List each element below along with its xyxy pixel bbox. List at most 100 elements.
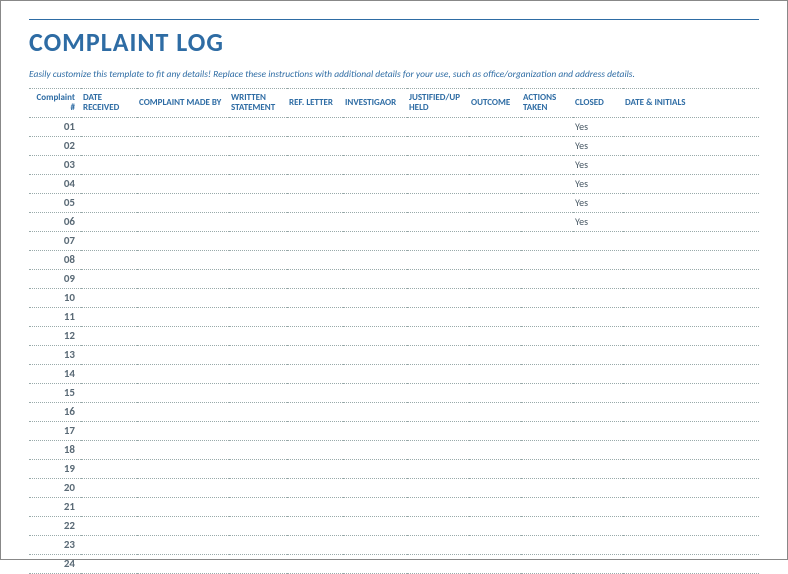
cell-actions-taken[interactable] — [521, 307, 573, 326]
cell-date-received[interactable] — [81, 345, 137, 364]
cell-justified-upheld[interactable] — [407, 326, 469, 345]
cell-complaint-made-by[interactable] — [137, 212, 229, 231]
cell-complaint-num[interactable]: 22 — [29, 516, 81, 535]
cell-date-initials[interactable] — [623, 212, 759, 231]
cell-date-received[interactable] — [81, 497, 137, 516]
cell-ref-letter[interactable] — [287, 478, 343, 497]
cell-actions-taken[interactable] — [521, 212, 573, 231]
cell-written-statement[interactable] — [229, 345, 287, 364]
cell-written-statement[interactable] — [229, 231, 287, 250]
cell-date-received[interactable] — [81, 136, 137, 155]
cell-date-received[interactable] — [81, 155, 137, 174]
cell-written-statement[interactable] — [229, 212, 287, 231]
cell-complaint-made-by[interactable] — [137, 421, 229, 440]
cell-investigator[interactable] — [343, 478, 407, 497]
cell-complaint-made-by[interactable] — [137, 402, 229, 421]
cell-complaint-num[interactable]: 13 — [29, 345, 81, 364]
cell-ref-letter[interactable] — [287, 535, 343, 554]
cell-date-initials[interactable] — [623, 136, 759, 155]
cell-written-statement[interactable] — [229, 383, 287, 402]
cell-actions-taken[interactable] — [521, 155, 573, 174]
cell-complaint-made-by[interactable] — [137, 364, 229, 383]
cell-outcome[interactable] — [469, 155, 521, 174]
cell-written-statement[interactable] — [229, 440, 287, 459]
cell-closed[interactable]: Yes — [573, 212, 623, 231]
cell-justified-upheld[interactable] — [407, 117, 469, 136]
cell-justified-upheld[interactable] — [407, 155, 469, 174]
cell-outcome[interactable] — [469, 497, 521, 516]
cell-justified-upheld[interactable] — [407, 250, 469, 269]
cell-complaint-num[interactable]: 05 — [29, 193, 81, 212]
cell-outcome[interactable] — [469, 554, 521, 573]
cell-investigator[interactable] — [343, 383, 407, 402]
cell-investigator[interactable] — [343, 155, 407, 174]
cell-closed[interactable] — [573, 364, 623, 383]
cell-justified-upheld[interactable] — [407, 174, 469, 193]
cell-outcome[interactable] — [469, 326, 521, 345]
cell-ref-letter[interactable] — [287, 554, 343, 573]
cell-written-statement[interactable] — [229, 117, 287, 136]
cell-date-initials[interactable] — [623, 383, 759, 402]
cell-complaint-made-by[interactable] — [137, 307, 229, 326]
cell-complaint-num[interactable]: 02 — [29, 136, 81, 155]
cell-complaint-made-by[interactable] — [137, 459, 229, 478]
cell-written-statement[interactable] — [229, 193, 287, 212]
cell-ref-letter[interactable] — [287, 212, 343, 231]
cell-written-statement[interactable] — [229, 364, 287, 383]
cell-date-initials[interactable] — [623, 174, 759, 193]
cell-investigator[interactable] — [343, 535, 407, 554]
cell-closed[interactable] — [573, 250, 623, 269]
cell-complaint-made-by[interactable] — [137, 288, 229, 307]
cell-complaint-num[interactable]: 14 — [29, 364, 81, 383]
cell-outcome[interactable] — [469, 307, 521, 326]
cell-written-statement[interactable] — [229, 497, 287, 516]
cell-date-received[interactable] — [81, 326, 137, 345]
cell-closed[interactable]: Yes — [573, 155, 623, 174]
cell-date-initials[interactable] — [623, 193, 759, 212]
cell-complaint-num[interactable]: 06 — [29, 212, 81, 231]
cell-investigator[interactable] — [343, 497, 407, 516]
cell-written-statement[interactable] — [229, 174, 287, 193]
cell-actions-taken[interactable] — [521, 345, 573, 364]
cell-closed[interactable] — [573, 421, 623, 440]
cell-investigator[interactable] — [343, 231, 407, 250]
cell-complaint-made-by[interactable] — [137, 250, 229, 269]
cell-investigator[interactable] — [343, 554, 407, 573]
cell-ref-letter[interactable] — [287, 250, 343, 269]
cell-complaint-made-by[interactable] — [137, 345, 229, 364]
cell-outcome[interactable] — [469, 250, 521, 269]
cell-closed[interactable] — [573, 535, 623, 554]
cell-closed[interactable] — [573, 231, 623, 250]
cell-actions-taken[interactable] — [521, 117, 573, 136]
cell-written-statement[interactable] — [229, 250, 287, 269]
cell-ref-letter[interactable] — [287, 136, 343, 155]
cell-ref-letter[interactable] — [287, 307, 343, 326]
cell-written-statement[interactable] — [229, 535, 287, 554]
cell-outcome[interactable] — [469, 345, 521, 364]
cell-closed[interactable] — [573, 345, 623, 364]
cell-investigator[interactable] — [343, 212, 407, 231]
cell-date-received[interactable] — [81, 307, 137, 326]
cell-date-initials[interactable] — [623, 459, 759, 478]
cell-outcome[interactable] — [469, 516, 521, 535]
cell-outcome[interactable] — [469, 440, 521, 459]
cell-outcome[interactable] — [469, 478, 521, 497]
cell-actions-taken[interactable] — [521, 497, 573, 516]
cell-date-received[interactable] — [81, 364, 137, 383]
cell-investigator[interactable] — [343, 174, 407, 193]
cell-complaint-num[interactable]: 03 — [29, 155, 81, 174]
cell-date-initials[interactable] — [623, 478, 759, 497]
cell-investigator[interactable] — [343, 459, 407, 478]
cell-actions-taken[interactable] — [521, 288, 573, 307]
cell-closed[interactable] — [573, 383, 623, 402]
cell-closed[interactable] — [573, 269, 623, 288]
cell-outcome[interactable] — [469, 193, 521, 212]
cell-date-received[interactable] — [81, 117, 137, 136]
cell-actions-taken[interactable] — [521, 402, 573, 421]
cell-complaint-num[interactable]: 21 — [29, 497, 81, 516]
cell-complaint-made-by[interactable] — [137, 117, 229, 136]
cell-complaint-made-by[interactable] — [137, 535, 229, 554]
cell-actions-taken[interactable] — [521, 440, 573, 459]
cell-complaint-made-by[interactable] — [137, 155, 229, 174]
cell-ref-letter[interactable] — [287, 288, 343, 307]
